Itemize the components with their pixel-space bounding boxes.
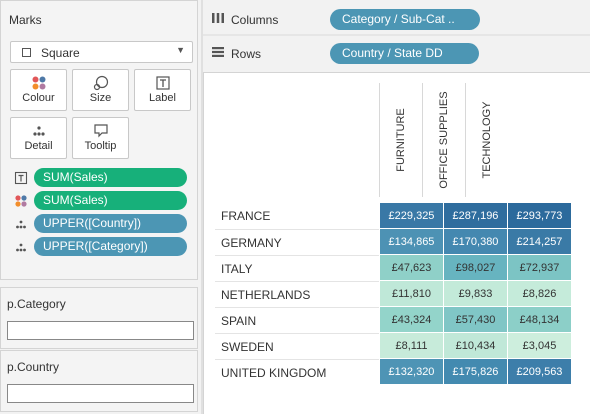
table-cell[interactable]: £47,623 [380, 255, 444, 281]
mark-type-value: Square [41, 46, 80, 60]
rows-field-pill[interactable]: Country / State DD [330, 43, 479, 64]
table-cell[interactable]: £287,196 [444, 203, 508, 229]
detail-button-label: Detail [24, 140, 53, 152]
table-cell[interactable]: £72,937 [508, 255, 572, 281]
marks-field-row: SUM(Sales) [1, 168, 199, 188]
rows-icon [211, 46, 225, 61]
table-cell[interactable]: £293,773 [508, 203, 572, 229]
colour-button[interactable]: Colour [10, 69, 67, 111]
marks-field-row: UPPER([Category]) [1, 237, 199, 257]
detail-dots-icon [14, 240, 28, 254]
rows-shelf: Rows Country / State DD [203, 36, 590, 70]
parameter-card-category: p.Category [0, 287, 198, 349]
rows-shelf-label: Rows [231, 47, 262, 61]
viz-view: FURNITURE OFFICE SUPPLIES TECHNOLOGY FRA… [203, 72, 590, 414]
label-button-label: Label [149, 92, 176, 104]
table-cell[interactable]: £134,865 [380, 229, 444, 255]
mark-type-dropdown[interactable]: Square ▼ [10, 41, 193, 63]
table-cell[interactable]: £98,027 [444, 255, 508, 281]
row-header[interactable]: UNITED KINGDOM [215, 359, 379, 385]
columns-shelf-label: Columns [231, 13, 279, 27]
table-row: SPAIN £43,324 £57,430 £48,134 [215, 307, 578, 333]
label-button[interactable]: Label [134, 69, 191, 111]
table-row: SWEDEN £8,111 £10,434 £3,045 [215, 333, 578, 359]
table-cell[interactable]: £43,324 [380, 307, 444, 333]
table-cell[interactable]: £10,434 [444, 333, 508, 359]
columns-field-pill[interactable]: Category / Sub-Cat .. [330, 9, 480, 30]
chevron-down-icon: ▼ [176, 45, 185, 55]
parameter-title: p.Country [7, 360, 60, 374]
shelf-divider [203, 34, 590, 36]
table-cell[interactable]: £3,045 [508, 333, 572, 359]
table-row: NETHERLANDS £11,810 £9,833 £8,826 [215, 281, 578, 307]
table-cell[interactable]: £170,380 [444, 229, 508, 255]
table-row: FRANCE £229,325 £287,196 £293,773 [215, 203, 578, 229]
colour-dots-icon [14, 194, 28, 208]
columns-shelf: Columns Category / Sub-Cat .. [203, 2, 590, 36]
field-pill-upper-country[interactable]: UPPER([Country]) [34, 214, 187, 233]
parameter-card-country: p.Country [0, 350, 198, 412]
table-row: UNITED KINGDOM £132,320 £175,826 £209,563 [215, 359, 578, 385]
field-pill-sum-sales-label[interactable]: SUM(Sales) [34, 168, 187, 187]
label-t-icon [14, 171, 28, 185]
field-pill-upper-category[interactable]: UPPER([Category]) [34, 237, 187, 256]
table-cell[interactable]: £209,563 [508, 359, 572, 385]
table-cell[interactable]: £57,430 [444, 307, 508, 333]
table-cell[interactable]: £132,320 [380, 359, 444, 385]
table-row: GERMANY £134,865 £170,380 £214,257 [215, 229, 578, 255]
marks-card: Marks Square ▼ Colour Size Label Detail … [0, 0, 198, 280]
row-header[interactable]: ITALY [215, 255, 379, 281]
size-button-label: Size [89, 92, 112, 104]
tooltip-button-label: Tooltip [84, 140, 117, 152]
column-header-office-supplies[interactable]: OFFICE SUPPLIES [422, 83, 465, 197]
table-cell[interactable]: £11,810 [380, 281, 444, 307]
table-row: ITALY £47,623 £98,027 £72,937 [215, 255, 578, 281]
columns-icon [211, 12, 225, 27]
tooltip-button[interactable]: Tooltip [72, 117, 129, 159]
parameter-input-country[interactable] [7, 384, 194, 403]
column-header-furniture[interactable]: FURNITURE [379, 83, 422, 197]
detail-button[interactable]: Detail [10, 117, 67, 159]
row-header[interactable]: SPAIN [215, 307, 379, 333]
table-cell[interactable]: £48,134 [508, 307, 572, 333]
parameter-input-category[interactable] [7, 321, 194, 340]
parameter-title: p.Category [7, 297, 66, 311]
table-cell[interactable]: £214,257 [508, 229, 572, 255]
table-cell[interactable]: £9,833 [444, 281, 508, 307]
table-cell[interactable]: £175,826 [444, 359, 508, 385]
column-header-technology[interactable]: TECHNOLOGY [465, 83, 508, 197]
table-cell[interactable]: £229,325 [380, 203, 444, 229]
table-cell[interactable]: £8,826 [508, 281, 572, 307]
marks-field-row: SUM(Sales) [1, 191, 199, 211]
left-panel: Marks Square ▼ Colour Size Label Detail … [0, 0, 200, 414]
field-pill-sum-sales-colour[interactable]: SUM(Sales) [34, 191, 187, 210]
row-header[interactable]: FRANCE [215, 203, 379, 229]
table-cell[interactable]: £8,111 [380, 333, 444, 359]
size-button[interactable]: Size [72, 69, 129, 111]
row-header[interactable]: NETHERLANDS [215, 281, 379, 307]
detail-dots-icon [14, 217, 28, 231]
row-header[interactable]: SWEDEN [215, 333, 379, 359]
square-icon [22, 48, 31, 57]
marks-title: Marks [9, 13, 42, 27]
marks-field-row: UPPER([Country]) [1, 214, 199, 234]
colour-button-label: Colour [22, 92, 55, 104]
row-header[interactable]: GERMANY [215, 229, 379, 255]
